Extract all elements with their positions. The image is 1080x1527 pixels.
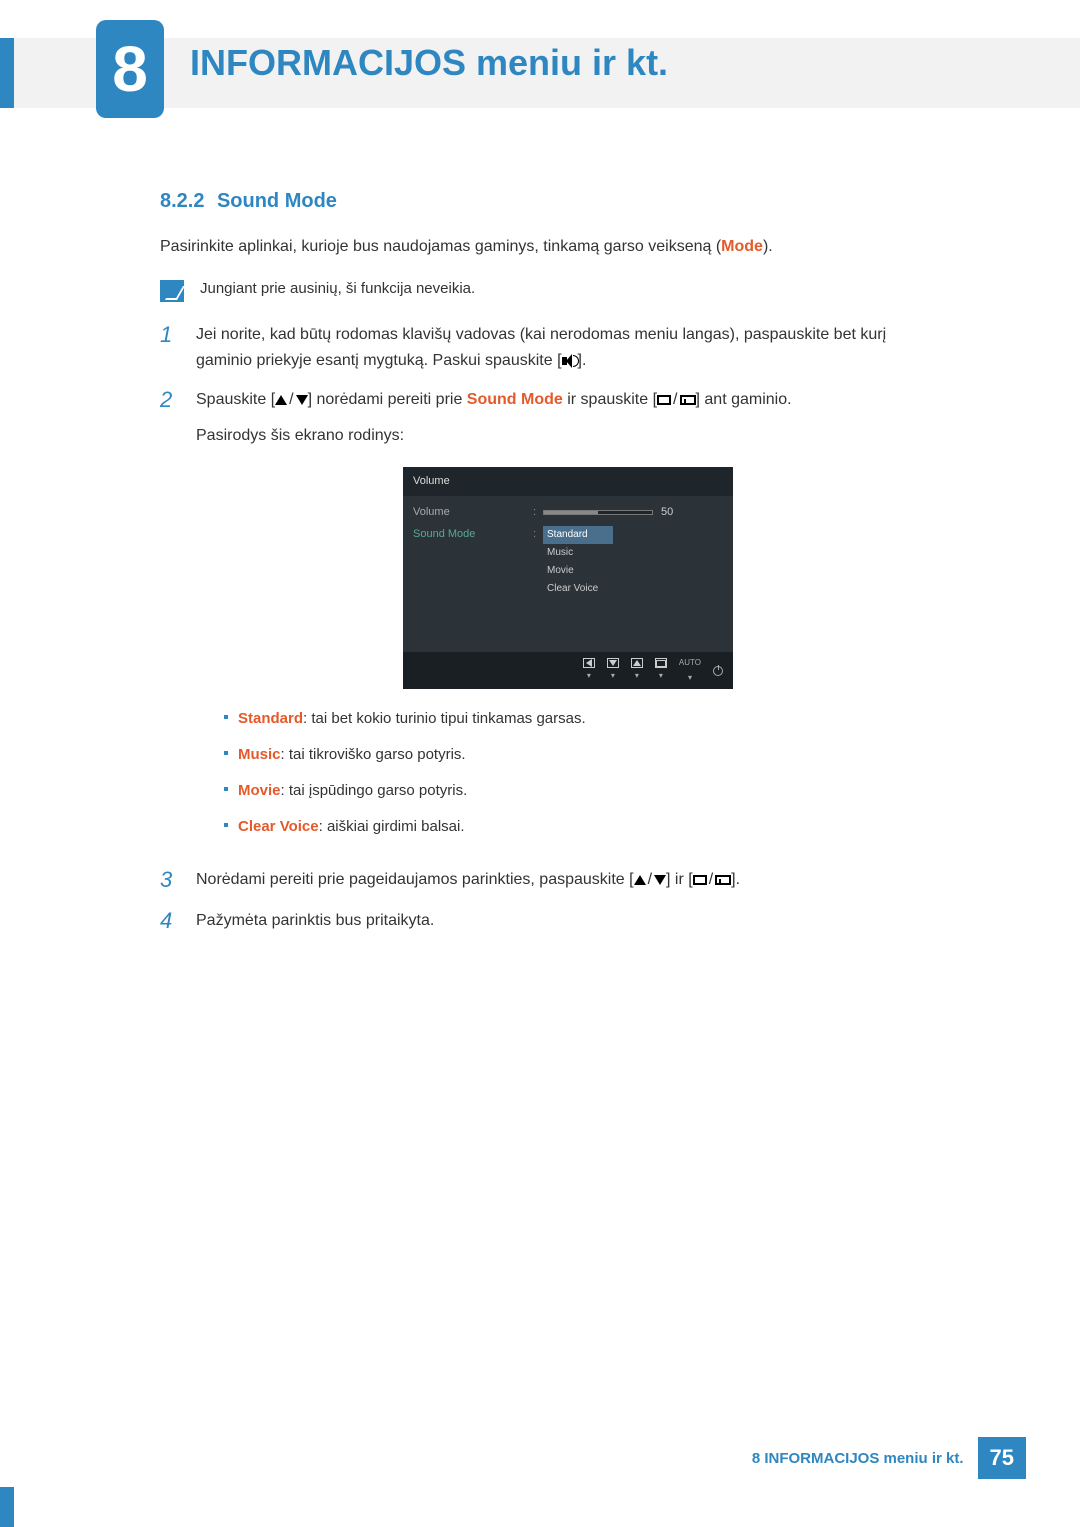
bullet-standard: Standard: tai bet kokio turinio tipui ti… bbox=[224, 707, 940, 731]
bullet-desc: : tai bet kokio turinio tipui tinkamas g… bbox=[303, 710, 586, 727]
step3-text-b: ] ir [ bbox=[666, 871, 693, 888]
menu-enter-icon: / bbox=[693, 867, 731, 893]
step2-text-b: ] norėdami pereiti prie bbox=[308, 391, 467, 408]
intro-paragraph: Pasirinkite aplinkai, kurioje bus naudoj… bbox=[160, 235, 940, 258]
up-down-icon: / bbox=[275, 387, 307, 413]
osd-screenshot: Volume Volume : 50 Sound Mode : St bbox=[403, 467, 733, 690]
step1-text-b: ]. bbox=[578, 352, 587, 369]
step-number: 2 bbox=[160, 387, 176, 853]
page-footer: 8 INFORMACIJOS meniu ir kt. 75 bbox=[752, 1437, 1026, 1479]
osd-title: Volume bbox=[403, 467, 733, 497]
sound-button-icon bbox=[562, 354, 578, 368]
osd-power-icon bbox=[713, 666, 723, 676]
footer-page-number: 75 bbox=[978, 1437, 1026, 1479]
step2-text-d: ] ant gaminio. bbox=[696, 391, 792, 408]
bullet-movie: Movie: tai įspūdingo garso potyris. bbox=[224, 779, 940, 803]
step-body: Jei norite, kad būtų rodomas klavišų vad… bbox=[196, 322, 940, 373]
osd-nav-up-icon: ▾ bbox=[631, 658, 643, 683]
step2-text-c: ir spauskite [ bbox=[563, 391, 657, 408]
bullet-term: Movie bbox=[238, 782, 281, 799]
step-1: 1 Jei norite, kad būtų rodomas klavišų v… bbox=[160, 322, 940, 373]
osd-soundmode-label: Sound Mode bbox=[413, 526, 533, 544]
note-icon bbox=[160, 280, 184, 302]
osd-volume-fill bbox=[544, 511, 598, 514]
step-body: Norėdami pereiti prie pageidaujamos pari… bbox=[196, 867, 940, 893]
up-down-icon: / bbox=[634, 867, 666, 893]
step1-text-a: Jei norite, kad būtų rodomas klavišų vad… bbox=[196, 326, 886, 369]
bullet-clearvoice: Clear Voice: aiškiai girdimi balsai. bbox=[224, 815, 940, 839]
menu-enter-icon: / bbox=[657, 387, 695, 413]
osd-nav-down-icon: ▾ bbox=[607, 658, 619, 683]
osd-auto-label: AUTO▾ bbox=[679, 657, 701, 685]
step-number: 4 bbox=[160, 908, 176, 934]
osd-soundmode-options: Standard Music Movie Clear Voice bbox=[543, 526, 613, 598]
step-number: 3 bbox=[160, 867, 176, 893]
bullet-desc: : tai įspūdingo garso potyris. bbox=[281, 782, 468, 799]
intro-text-post: ). bbox=[763, 238, 773, 255]
step3-text-a: Norėdami pereiti prie pageidaujamos pari… bbox=[196, 871, 634, 888]
osd-volume-slider bbox=[543, 510, 653, 515]
section-title: Sound Mode bbox=[217, 190, 337, 212]
mode-bullets: Standard: tai bet kokio turinio tipui ti… bbox=[224, 707, 940, 839]
osd-option-movie: Movie bbox=[543, 562, 613, 580]
osd-nav-enter-icon: ▾ bbox=[655, 658, 667, 683]
osd-option-music: Music bbox=[543, 544, 613, 562]
bullet-term: Clear Voice bbox=[238, 818, 319, 835]
steps-list: 1 Jei norite, kad būtų rodomas klavišų v… bbox=[160, 322, 940, 934]
corner-bottom-accent bbox=[0, 1487, 14, 1527]
chapter-title: INFORMACIJOS meniu ir kt. bbox=[190, 42, 668, 84]
bullet-desc: : aiškiai girdimi balsai. bbox=[319, 818, 465, 835]
osd-soundmode-row: Sound Mode : Standard Music Movie Clear … bbox=[413, 526, 723, 598]
step2-soundmode: Sound Mode bbox=[467, 391, 563, 408]
intro-mode-word: Mode bbox=[721, 238, 763, 255]
section-number: 8.2.2 bbox=[160, 190, 204, 212]
osd-volume-value: 50 bbox=[661, 504, 673, 522]
step-4: 4 Pažymėta parinktis bus pritaikyta. bbox=[160, 908, 940, 934]
step2-text-e: Pasirodys šis ekrano rodinys: bbox=[196, 423, 940, 449]
bullet-desc: : tai tikroviško garso potyris. bbox=[281, 746, 466, 763]
bullet-term: Standard bbox=[238, 710, 303, 727]
step-3: 3 Norėdami pereiti prie pageidaujamos pa… bbox=[160, 867, 940, 893]
osd-option-clearvoice: Clear Voice bbox=[543, 580, 613, 598]
step-2: 2 Spauskite [ / ] norėdami pereiti prie … bbox=[160, 387, 940, 853]
osd-body: Volume : 50 Sound Mode : Standard Music bbox=[403, 496, 733, 652]
step2-text-a: Spauskite [ bbox=[196, 391, 275, 408]
osd-option-standard: Standard bbox=[543, 526, 613, 544]
step-body: Spauskite [ / ] norėdami pereiti prie So… bbox=[196, 387, 940, 853]
osd-volume-label: Volume bbox=[413, 504, 533, 522]
step-number: 1 bbox=[160, 322, 176, 373]
osd-volume-row: Volume : 50 bbox=[413, 504, 723, 522]
osd-separator: : bbox=[533, 526, 543, 544]
osd-footer: ▾ ▾ ▾ ▾ AUTO▾ bbox=[403, 652, 733, 690]
section-heading: 8.2.2 Sound Mode bbox=[160, 190, 940, 213]
step3-text-c: ]. bbox=[731, 871, 740, 888]
note-row: Jungiant prie ausinių, ši funkcija nevei… bbox=[160, 280, 940, 302]
intro-text-pre: Pasirinkite aplinkai, kurioje bus naudoj… bbox=[160, 238, 721, 255]
footer-chapter-text: 8 INFORMACIJOS meniu ir kt. bbox=[752, 1450, 978, 1467]
page-content: 8.2.2 Sound Mode Pasirinkite aplinkai, k… bbox=[160, 190, 940, 948]
bullet-term: Music bbox=[238, 746, 281, 763]
chapter-number-badge: 8 bbox=[96, 20, 164, 118]
osd-separator: : bbox=[533, 504, 543, 522]
bullet-music: Music: tai tikroviško garso potyris. bbox=[224, 743, 940, 767]
step-body: Pažymėta parinktis bus pritaikyta. bbox=[196, 908, 940, 934]
osd-nav-left-icon: ▾ bbox=[583, 658, 595, 683]
corner-top-accent bbox=[0, 38, 14, 108]
note-text: Jungiant prie ausinių, ši funkcija nevei… bbox=[200, 280, 475, 297]
